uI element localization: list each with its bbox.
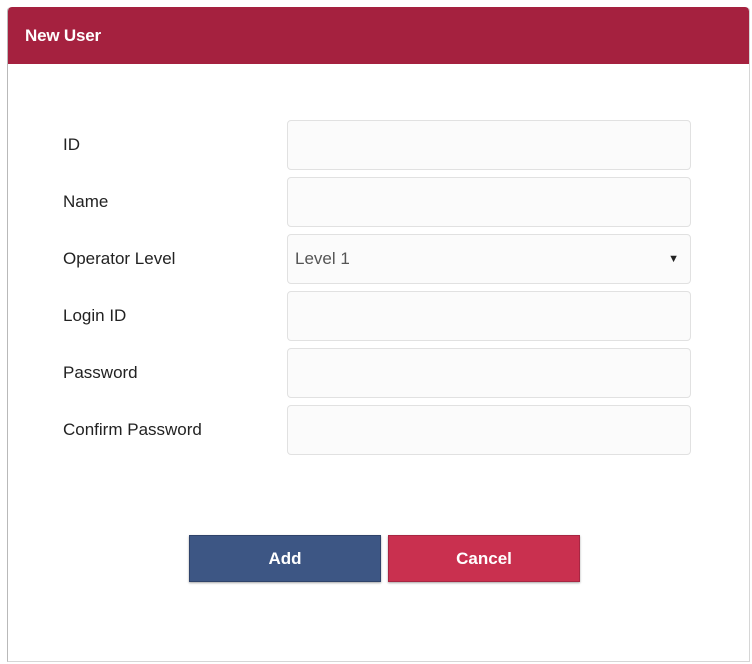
form-row-confirm-password: Confirm Password [8, 405, 749, 455]
dialog-title-bar: New User [8, 7, 749, 64]
form-row-password: Password [8, 348, 749, 398]
name-label: Name [63, 192, 109, 211]
form-row-id: ID [8, 120, 749, 170]
password-label: Password [63, 363, 138, 382]
dialog-title: New User [25, 26, 101, 45]
id-label: ID [63, 135, 80, 154]
form-row-operator-level: Operator Level Level 1 ▼ [8, 234, 749, 284]
operator-level-select[interactable]: Level 1 ▼ [287, 234, 691, 284]
cancel-button[interactable]: Cancel [388, 535, 580, 582]
name-input[interactable] [287, 177, 691, 227]
password-input[interactable] [287, 348, 691, 398]
confirm-password-input[interactable] [287, 405, 691, 455]
confirm-password-label: Confirm Password [63, 420, 202, 439]
operator-level-label: Operator Level [63, 249, 176, 268]
form-row-name: Name [8, 177, 749, 227]
new-user-dialog: New User ID Name Operator Level Level 1 … [7, 7, 750, 662]
form-row-login-id: Login ID [8, 291, 749, 341]
operator-level-selected-value: Level 1 [295, 249, 350, 268]
id-input[interactable] [287, 120, 691, 170]
caret-down-icon: ▼ [668, 253, 679, 265]
login-id-label: Login ID [63, 306, 127, 325]
login-id-input[interactable] [287, 291, 691, 341]
add-button[interactable]: Add [189, 535, 381, 582]
